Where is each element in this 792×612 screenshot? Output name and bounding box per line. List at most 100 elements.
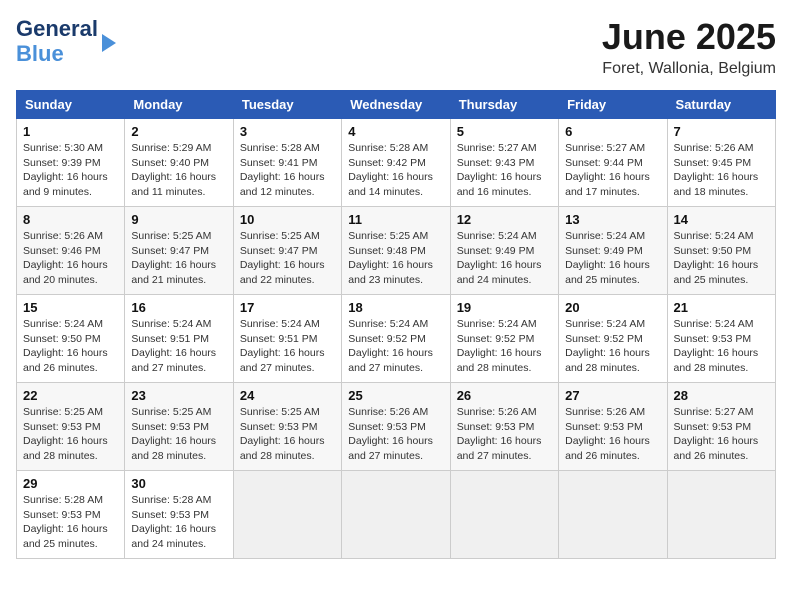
calendar-cell: 21 Sunrise: 5:24 AM Sunset: 9:53 PM Dayl… <box>667 295 775 383</box>
cell-text: Sunrise: 5:25 AM Sunset: 9:53 PM Dayligh… <box>131 405 226 464</box>
calendar-cell: 5 Sunrise: 5:27 AM Sunset: 9:43 PM Dayli… <box>450 119 558 207</box>
logo-subtext: Blue <box>16 41 98 66</box>
calendar-cell: 24 Sunrise: 5:25 AM Sunset: 9:53 PM Dayl… <box>233 383 341 471</box>
header-tuesday: Tuesday <box>233 91 341 119</box>
page-header: General Blue June 2025 Foret, Wallonia, … <box>16 16 776 78</box>
logo-text: General <box>16 16 98 41</box>
calendar-cell: 25 Sunrise: 5:26 AM Sunset: 9:53 PM Dayl… <box>342 383 450 471</box>
cell-text: Sunrise: 5:24 AM Sunset: 9:51 PM Dayligh… <box>240 317 335 376</box>
calendar-cell: 2 Sunrise: 5:29 AM Sunset: 9:40 PM Dayli… <box>125 119 233 207</box>
day-number: 21 <box>674 300 769 315</box>
day-number: 16 <box>131 300 226 315</box>
day-number: 28 <box>674 388 769 403</box>
header-sunday: Sunday <box>17 91 125 119</box>
calendar-cell: 18 Sunrise: 5:24 AM Sunset: 9:52 PM Dayl… <box>342 295 450 383</box>
calendar-cell: 6 Sunrise: 5:27 AM Sunset: 9:44 PM Dayli… <box>559 119 667 207</box>
calendar-cell: 14 Sunrise: 5:24 AM Sunset: 9:50 PM Dayl… <box>667 207 775 295</box>
cell-text: Sunrise: 5:27 AM Sunset: 9:44 PM Dayligh… <box>565 141 660 200</box>
calendar-cell: 27 Sunrise: 5:26 AM Sunset: 9:53 PM Dayl… <box>559 383 667 471</box>
day-number: 24 <box>240 388 335 403</box>
cell-text: Sunrise: 5:30 AM Sunset: 9:39 PM Dayligh… <box>23 141 118 200</box>
cell-text: Sunrise: 5:24 AM Sunset: 9:52 PM Dayligh… <box>457 317 552 376</box>
calendar-table: Sunday Monday Tuesday Wednesday Thursday… <box>16 90 776 559</box>
day-number: 23 <box>131 388 226 403</box>
day-number: 13 <box>565 212 660 227</box>
day-number: 25 <box>348 388 443 403</box>
header-friday: Friday <box>559 91 667 119</box>
day-number: 2 <box>131 124 226 139</box>
header-thursday: Thursday <box>450 91 558 119</box>
calendar-cell: 17 Sunrise: 5:24 AM Sunset: 9:51 PM Dayl… <box>233 295 341 383</box>
cell-text: Sunrise: 5:24 AM Sunset: 9:49 PM Dayligh… <box>457 229 552 288</box>
cell-text: Sunrise: 5:24 AM Sunset: 9:52 PM Dayligh… <box>348 317 443 376</box>
calendar-cell: 30 Sunrise: 5:28 AM Sunset: 9:53 PM Dayl… <box>125 471 233 559</box>
calendar-cell: 22 Sunrise: 5:25 AM Sunset: 9:53 PM Dayl… <box>17 383 125 471</box>
day-number: 3 <box>240 124 335 139</box>
cell-text: Sunrise: 5:24 AM Sunset: 9:51 PM Dayligh… <box>131 317 226 376</box>
header-saturday: Saturday <box>667 91 775 119</box>
calendar-cell: 23 Sunrise: 5:25 AM Sunset: 9:53 PM Dayl… <box>125 383 233 471</box>
calendar-cell: 12 Sunrise: 5:24 AM Sunset: 9:49 PM Dayl… <box>450 207 558 295</box>
cell-text: Sunrise: 5:28 AM Sunset: 9:42 PM Dayligh… <box>348 141 443 200</box>
calendar-cell: 10 Sunrise: 5:25 AM Sunset: 9:47 PM Dayl… <box>233 207 341 295</box>
calendar-cell: 20 Sunrise: 5:24 AM Sunset: 9:52 PM Dayl… <box>559 295 667 383</box>
week-row-4: 22 Sunrise: 5:25 AM Sunset: 9:53 PM Dayl… <box>17 383 776 471</box>
cell-text: Sunrise: 5:24 AM Sunset: 9:53 PM Dayligh… <box>674 317 769 376</box>
calendar-cell: 4 Sunrise: 5:28 AM Sunset: 9:42 PM Dayli… <box>342 119 450 207</box>
header-wednesday: Wednesday <box>342 91 450 119</box>
day-number: 14 <box>674 212 769 227</box>
calendar-cell: 3 Sunrise: 5:28 AM Sunset: 9:41 PM Dayli… <box>233 119 341 207</box>
day-number: 6 <box>565 124 660 139</box>
cell-text: Sunrise: 5:25 AM Sunset: 9:48 PM Dayligh… <box>348 229 443 288</box>
day-number: 10 <box>240 212 335 227</box>
cell-text: Sunrise: 5:25 AM Sunset: 9:53 PM Dayligh… <box>23 405 118 464</box>
calendar-cell: 29 Sunrise: 5:28 AM Sunset: 9:53 PM Dayl… <box>17 471 125 559</box>
cell-text: Sunrise: 5:28 AM Sunset: 9:53 PM Dayligh… <box>23 493 118 552</box>
calendar-cell: 8 Sunrise: 5:26 AM Sunset: 9:46 PM Dayli… <box>17 207 125 295</box>
month-title: June 2025 <box>602 16 776 58</box>
calendar-cell: 13 Sunrise: 5:24 AM Sunset: 9:49 PM Dayl… <box>559 207 667 295</box>
day-number: 30 <box>131 476 226 491</box>
week-row-3: 15 Sunrise: 5:24 AM Sunset: 9:50 PM Dayl… <box>17 295 776 383</box>
day-number: 29 <box>23 476 118 491</box>
cell-text: Sunrise: 5:27 AM Sunset: 9:43 PM Dayligh… <box>457 141 552 200</box>
calendar-cell: 15 Sunrise: 5:24 AM Sunset: 9:50 PM Dayl… <box>17 295 125 383</box>
cell-text: Sunrise: 5:26 AM Sunset: 9:45 PM Dayligh… <box>674 141 769 200</box>
cell-text: Sunrise: 5:24 AM Sunset: 9:50 PM Dayligh… <box>674 229 769 288</box>
cell-text: Sunrise: 5:26 AM Sunset: 9:53 PM Dayligh… <box>457 405 552 464</box>
cell-text: Sunrise: 5:24 AM Sunset: 9:52 PM Dayligh… <box>565 317 660 376</box>
calendar-header-row: Sunday Monday Tuesday Wednesday Thursday… <box>17 91 776 119</box>
cell-text: Sunrise: 5:29 AM Sunset: 9:40 PM Dayligh… <box>131 141 226 200</box>
header-monday: Monday <box>125 91 233 119</box>
calendar-cell: 1 Sunrise: 5:30 AM Sunset: 9:39 PM Dayli… <box>17 119 125 207</box>
day-number: 18 <box>348 300 443 315</box>
calendar-cell <box>450 471 558 559</box>
cell-text: Sunrise: 5:28 AM Sunset: 9:41 PM Dayligh… <box>240 141 335 200</box>
cell-text: Sunrise: 5:25 AM Sunset: 9:53 PM Dayligh… <box>240 405 335 464</box>
day-number: 7 <box>674 124 769 139</box>
week-row-2: 8 Sunrise: 5:26 AM Sunset: 9:46 PM Dayli… <box>17 207 776 295</box>
logo-arrow-icon <box>102 34 116 52</box>
day-number: 9 <box>131 212 226 227</box>
calendar-cell: 19 Sunrise: 5:24 AM Sunset: 9:52 PM Dayl… <box>450 295 558 383</box>
day-number: 17 <box>240 300 335 315</box>
location-subtitle: Foret, Wallonia, Belgium <box>602 60 776 78</box>
week-row-1: 1 Sunrise: 5:30 AM Sunset: 9:39 PM Dayli… <box>17 119 776 207</box>
day-number: 12 <box>457 212 552 227</box>
day-number: 4 <box>348 124 443 139</box>
calendar-cell: 9 Sunrise: 5:25 AM Sunset: 9:47 PM Dayli… <box>125 207 233 295</box>
calendar-cell: 16 Sunrise: 5:24 AM Sunset: 9:51 PM Dayl… <box>125 295 233 383</box>
day-number: 5 <box>457 124 552 139</box>
calendar-cell: 26 Sunrise: 5:26 AM Sunset: 9:53 PM Dayl… <box>450 383 558 471</box>
logo: General Blue <box>16 16 116 67</box>
day-number: 11 <box>348 212 443 227</box>
day-number: 19 <box>457 300 552 315</box>
cell-text: Sunrise: 5:28 AM Sunset: 9:53 PM Dayligh… <box>131 493 226 552</box>
calendar-cell: 28 Sunrise: 5:27 AM Sunset: 9:53 PM Dayl… <box>667 383 775 471</box>
calendar-cell: 7 Sunrise: 5:26 AM Sunset: 9:45 PM Dayli… <box>667 119 775 207</box>
cell-text: Sunrise: 5:26 AM Sunset: 9:53 PM Dayligh… <box>565 405 660 464</box>
day-number: 27 <box>565 388 660 403</box>
cell-text: Sunrise: 5:27 AM Sunset: 9:53 PM Dayligh… <box>674 405 769 464</box>
calendar-cell <box>342 471 450 559</box>
calendar-cell <box>667 471 775 559</box>
